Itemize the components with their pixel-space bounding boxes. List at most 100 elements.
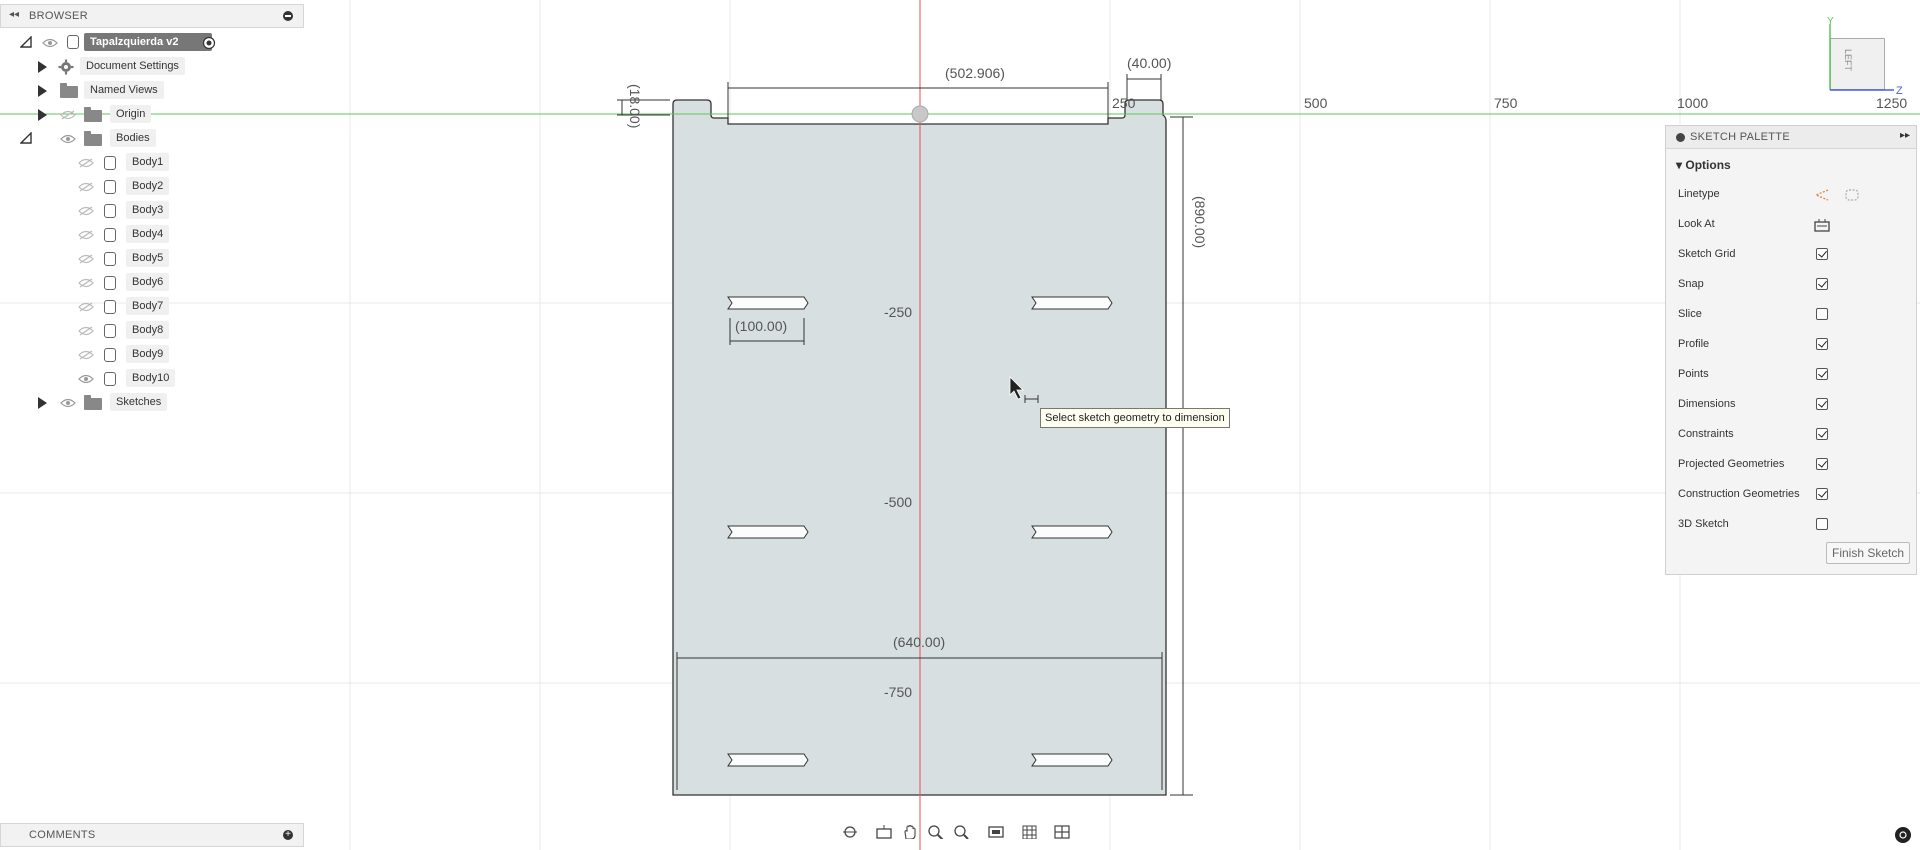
origin-point[interactable] xyxy=(911,105,929,123)
profile-checkbox[interactable] xyxy=(1816,338,1828,350)
constraints-checkbox[interactable] xyxy=(1816,428,1828,440)
expanded-triangle-icon[interactable] xyxy=(20,132,32,144)
dim-top-width[interactable]: (502.906) xyxy=(945,65,1005,81)
eye-hidden-icon[interactable] xyxy=(60,110,76,120)
points-checkbox[interactable] xyxy=(1816,368,1828,380)
construction-linetype-icon[interactable] xyxy=(1814,188,1830,202)
tree-item-label: Origin xyxy=(110,105,152,123)
dim-slot-width[interactable]: (100.00) xyxy=(735,318,787,334)
palette-row-construction-geometries: Construction Geometries xyxy=(1678,484,1800,504)
palette-row-points: Points xyxy=(1678,364,1709,384)
expand-arrows-icon[interactable]: ▸▸ xyxy=(1900,130,1910,141)
grid-settings-icon[interactable] xyxy=(1022,825,1038,839)
look-at-icon[interactable] xyxy=(876,825,892,839)
palette-row-label: Points xyxy=(1678,368,1709,380)
palette-row-label: Sketch Grid xyxy=(1678,248,1736,260)
sketch-grid-checkbox[interactable] xyxy=(1816,248,1828,260)
slice-checkbox[interactable] xyxy=(1816,308,1828,320)
body-icon xyxy=(104,324,116,338)
centerline-linetype-icon[interactable] xyxy=(1844,188,1860,202)
tree-item-label: Body2 xyxy=(126,177,170,195)
palette-row-constraints: Constraints xyxy=(1678,424,1734,444)
palette-row-label: Construction Geometries xyxy=(1678,488,1800,500)
eye-hidden-icon[interactable] xyxy=(78,254,94,264)
add-comment-icon[interactable]: + xyxy=(283,830,293,840)
dim-tab-width[interactable]: (40.00) xyxy=(1127,55,1171,71)
options-section[interactable]: ▾ Options xyxy=(1676,158,1731,172)
tree-item-label: Body6 xyxy=(126,273,170,291)
body-icon xyxy=(104,348,116,362)
gear-icon xyxy=(58,59,74,75)
eye-hidden-icon[interactable] xyxy=(78,206,94,216)
viewports-icon[interactable] xyxy=(1054,825,1070,839)
eye-hidden-icon[interactable] xyxy=(78,302,94,312)
palette-row-label: 3D Sketch xyxy=(1678,518,1729,530)
orbit-icon[interactable] xyxy=(842,825,858,839)
eye-hidden-icon[interactable] xyxy=(78,158,94,168)
tooltip: Select sketch geometry to dimension xyxy=(1040,408,1230,428)
browser-title: BROWSER xyxy=(29,10,88,22)
expand-triangle-icon[interactable] xyxy=(38,397,47,409)
body-icon xyxy=(104,276,116,290)
eye-icon[interactable] xyxy=(42,38,58,48)
pan-hand-icon[interactable] xyxy=(902,825,918,839)
axis-label-y-2: -750 xyxy=(884,684,912,700)
look-at-icon[interactable] xyxy=(1814,218,1830,232)
activate-radio-icon[interactable] xyxy=(202,36,216,50)
expand-triangle-icon[interactable] xyxy=(38,85,47,97)
eye-hidden-icon[interactable] xyxy=(78,278,94,288)
minimize-icon[interactable] xyxy=(283,11,293,21)
eye-icon[interactable] xyxy=(60,398,76,408)
expand-triangle-icon[interactable] xyxy=(38,109,47,121)
sketch-palette: SKETCH PALETTE ▸▸ ▾ Options Linetype Loo… xyxy=(1665,125,1917,575)
construction-geometries-checkbox[interactable] xyxy=(1816,488,1828,500)
tree-item-label: Body10 xyxy=(126,369,176,387)
tree-item-label: Sketches xyxy=(110,393,168,411)
browser-header[interactable]: ◂◂ BROWSER xyxy=(0,4,304,28)
dim-tab-height[interactable]: (18.00) xyxy=(627,84,643,128)
eye-icon[interactable] xyxy=(60,134,76,144)
folder-icon xyxy=(60,83,78,98)
dim-bottom-width[interactable]: (640.00) xyxy=(893,634,945,650)
tree-item-label: Body7 xyxy=(126,297,170,315)
axis-label-x-1: 500 xyxy=(1304,95,1328,111)
eye-hidden-icon[interactable] xyxy=(78,230,94,240)
tree-item-label: Body4 xyxy=(126,225,170,243)
dimensions-checkbox[interactable] xyxy=(1816,398,1828,410)
palette-row-projected-geometries: Projected Geometries xyxy=(1678,454,1784,474)
palette-row-linetype: Linetype xyxy=(1678,184,1720,204)
display-settings-icon[interactable] xyxy=(988,825,1004,839)
palette-row-label: Projected Geometries xyxy=(1678,458,1785,470)
zoom-icon[interactable] xyxy=(954,825,970,839)
body-icon xyxy=(104,180,116,194)
dim-height[interactable]: (890.00) xyxy=(1192,196,1208,248)
eye-hidden-icon[interactable] xyxy=(78,350,94,360)
eye-icon[interactable] xyxy=(78,374,94,384)
axis-label-y-1: -500 xyxy=(884,494,912,510)
help-icon[interactable] xyxy=(1894,826,1912,844)
collapse-icon[interactable]: ◂◂ xyxy=(9,9,19,20)
sketch-canvas[interactable]: (502.906) (40.00) (100.00) (640.00) (18.… xyxy=(0,0,1920,850)
projected-geometries-checkbox[interactable] xyxy=(1816,458,1828,470)
document-icon xyxy=(67,35,79,49)
folder-icon xyxy=(84,131,102,146)
palette-row-label: Snap xyxy=(1678,278,1704,290)
snap-checkbox[interactable] xyxy=(1816,278,1828,290)
palette-row-label: Look At xyxy=(1678,218,1715,230)
palette-row-snap: Snap xyxy=(1678,274,1704,294)
tree-item-label: Body9 xyxy=(126,345,170,363)
expand-triangle-icon[interactable] xyxy=(38,61,47,73)
design-canvas[interactable]: (502.906) (40.00) (100.00) (640.00) (18.… xyxy=(0,0,1920,850)
eye-hidden-icon[interactable] xyxy=(78,182,94,192)
eye-hidden-icon[interactable] xyxy=(78,326,94,336)
sketch-palette-header[interactable]: SKETCH PALETTE ▸▸ xyxy=(1666,126,1916,149)
comments-bar[interactable]: COMMENTS + xyxy=(0,823,304,847)
zoom-window-icon[interactable] xyxy=(928,825,944,839)
options-triangle-icon: ▾ xyxy=(1676,158,1683,172)
finish-sketch-button[interactable]: Finish Sketch xyxy=(1826,542,1910,564)
root-label: Tapalzquierda v2 xyxy=(84,33,212,51)
palette-row-slice: Slice xyxy=(1678,304,1702,324)
3d-sketch-checkbox[interactable] xyxy=(1816,518,1828,530)
collapse-dot-icon[interactable] xyxy=(1676,133,1685,142)
expanded-triangle-icon[interactable] xyxy=(20,36,32,48)
